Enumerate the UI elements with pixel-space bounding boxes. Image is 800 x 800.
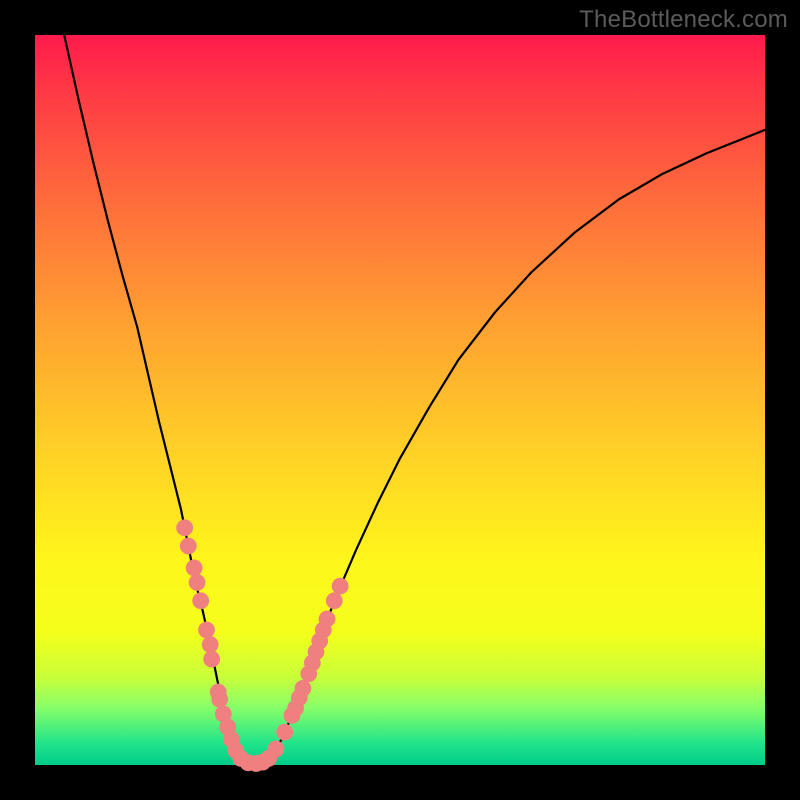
data-dot: [319, 611, 336, 628]
bottleneck-curve: [64, 35, 765, 764]
watermark-text: TheBottleneck.com: [579, 6, 788, 34]
data-dot: [211, 691, 228, 708]
data-dot: [268, 741, 285, 758]
data-dot: [203, 651, 220, 668]
data-dot: [276, 724, 293, 741]
data-dot: [176, 519, 193, 536]
data-dot: [180, 538, 197, 555]
data-dot: [202, 636, 219, 653]
data-dot: [186, 560, 203, 577]
plot-area: [35, 35, 765, 765]
data-dot: [326, 592, 343, 609]
data-dot: [192, 592, 209, 609]
data-dot: [332, 578, 349, 595]
curve-svg: [35, 35, 765, 765]
data-dots: [176, 519, 348, 772]
chart-frame: TheBottleneck.com: [0, 0, 800, 800]
data-dot: [198, 622, 215, 639]
data-dot: [189, 574, 206, 591]
data-dot: [295, 680, 312, 697]
